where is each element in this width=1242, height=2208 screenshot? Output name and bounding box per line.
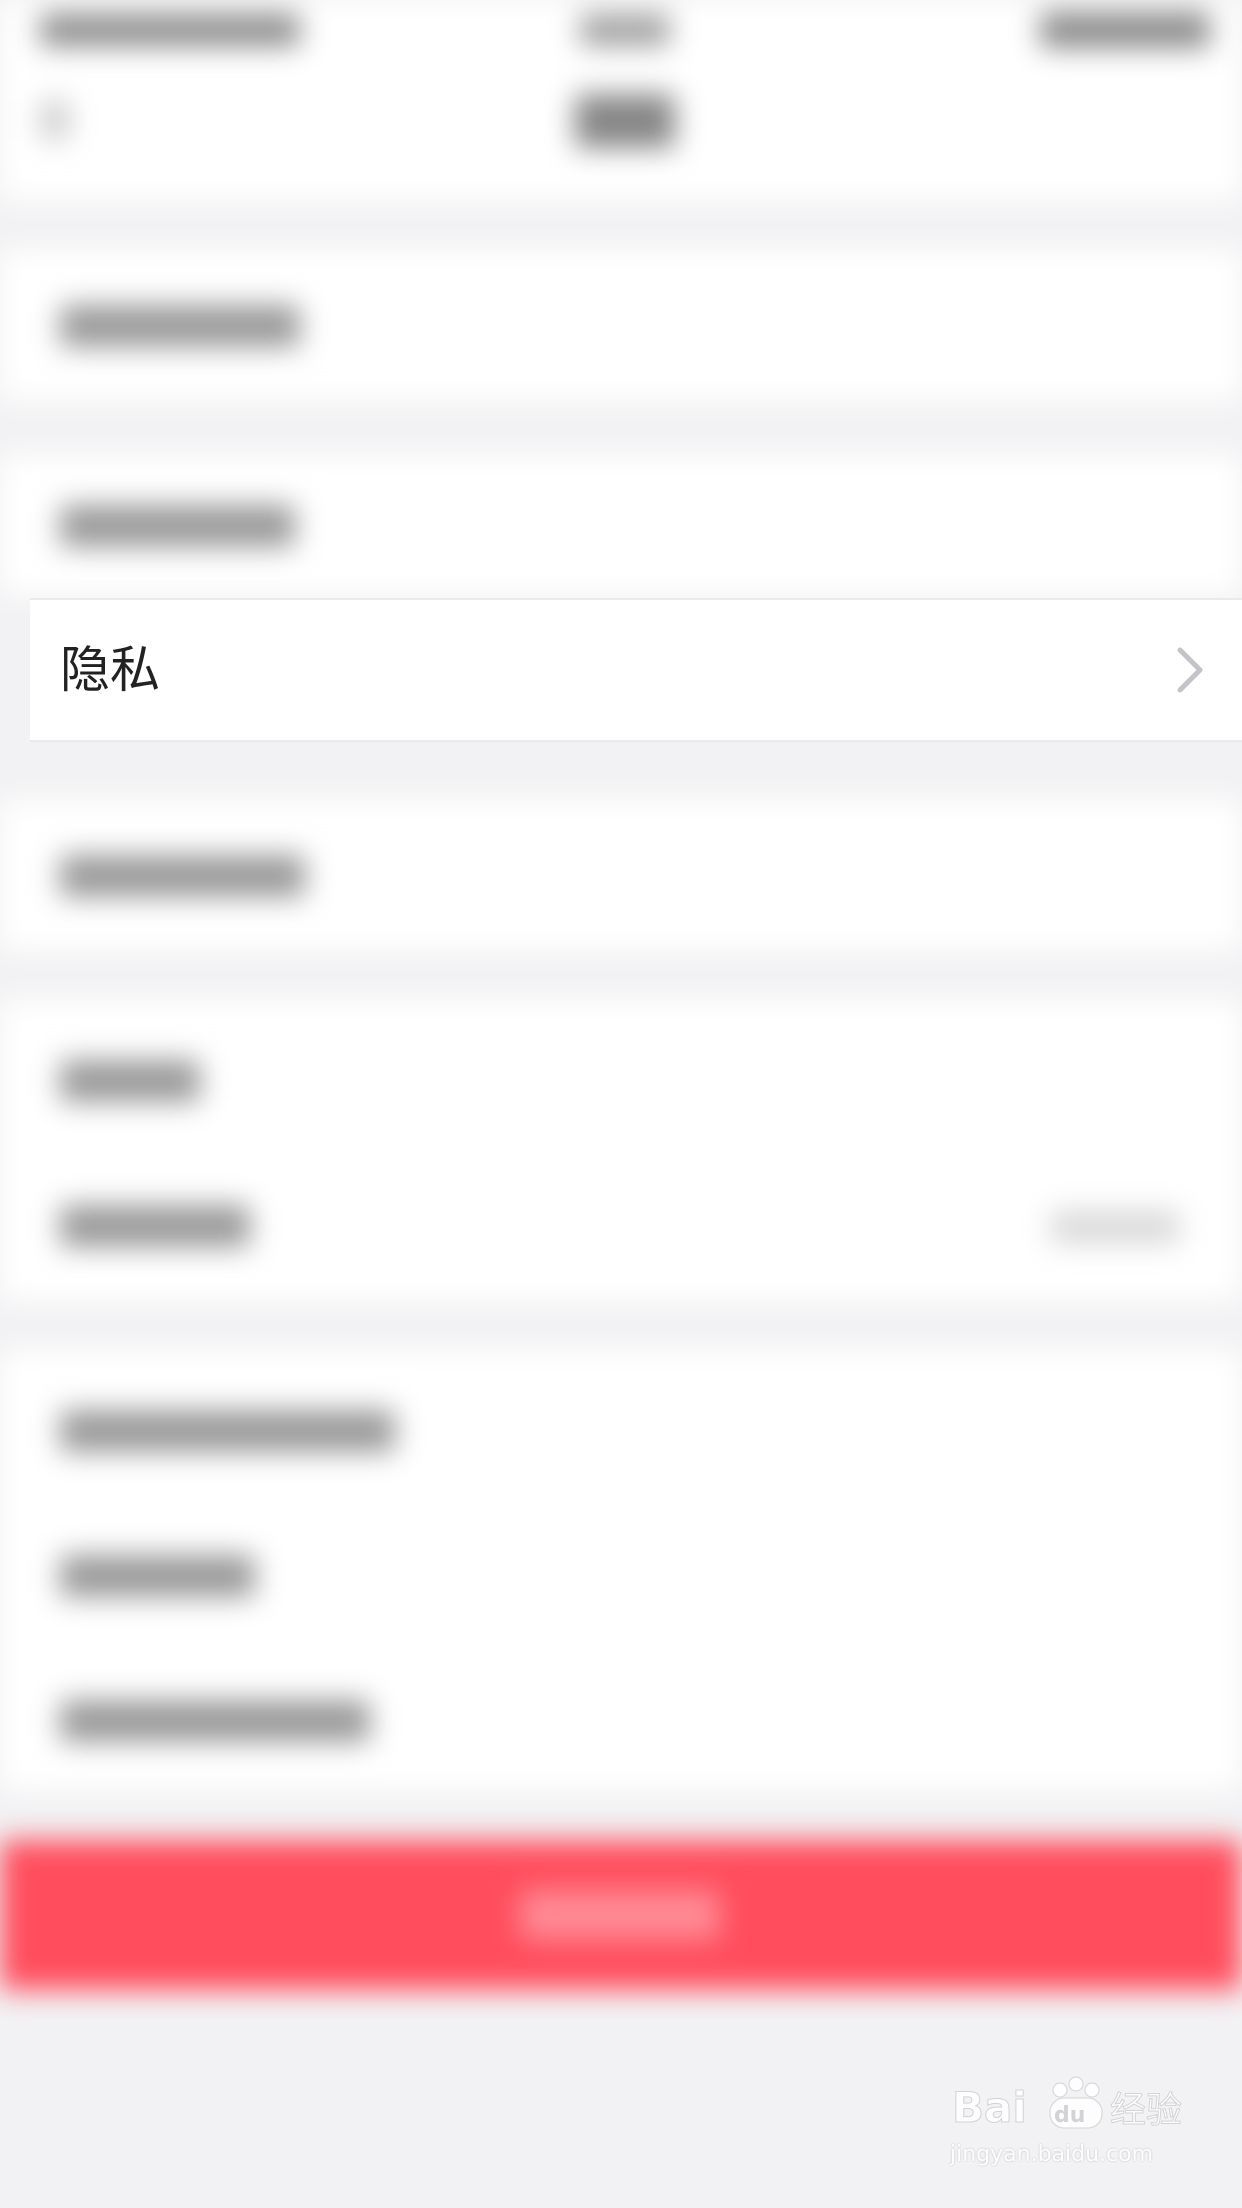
settings-screen: 隐私 Bai du 经验 jingyan.baidu.com (0, 0, 1242, 2208)
nav-title (575, 94, 675, 148)
logout-button[interactable] (0, 1840, 1242, 1990)
row-label-placeholder (60, 505, 295, 547)
settings-group-4 (0, 1000, 1242, 1300)
status-bar-right (1040, 12, 1210, 48)
status-bar-time (580, 14, 670, 46)
row-label-placeholder (60, 855, 305, 897)
row-label-placeholder (60, 1205, 250, 1247)
svg-text:Bai: Bai (952, 2083, 1027, 2132)
watermark: Bai du 经验 jingyan.baidu.com (950, 2070, 1190, 2180)
svg-text:du: du (1054, 2103, 1085, 2128)
status-bar-left (40, 14, 300, 46)
baidu-paw-icon: Bai du 经验 (952, 2076, 1183, 2133)
settings-group-5 (0, 1350, 1242, 1790)
watermark-url: jingyan.baidu.com (950, 2142, 1154, 2167)
row-label-placeholder (60, 1555, 255, 1597)
settings-row-1[interactable] (0, 250, 1242, 400)
svg-text:经验: 经验 (1110, 2090, 1182, 2131)
back-icon[interactable] (40, 100, 70, 140)
status-bar (0, 0, 1242, 60)
nav-bar (0, 60, 1242, 200)
row-label-placeholder (60, 305, 300, 347)
settings-row-3[interactable] (0, 800, 1242, 950)
logout-label-placeholder (520, 1890, 720, 1940)
settings-row-privacy[interactable]: 隐私 (30, 598, 1242, 742)
row-label-placeholder (60, 1410, 395, 1452)
row-label-placeholder (60, 1060, 200, 1102)
row-label-placeholder (60, 1700, 370, 1742)
settings-row-2[interactable] (0, 455, 1242, 595)
chevron-right-icon (1177, 647, 1203, 693)
privacy-row-label: 隐私 (60, 641, 160, 699)
row-value-placeholder (1050, 1210, 1180, 1244)
blurred-background (0, 0, 1242, 2208)
